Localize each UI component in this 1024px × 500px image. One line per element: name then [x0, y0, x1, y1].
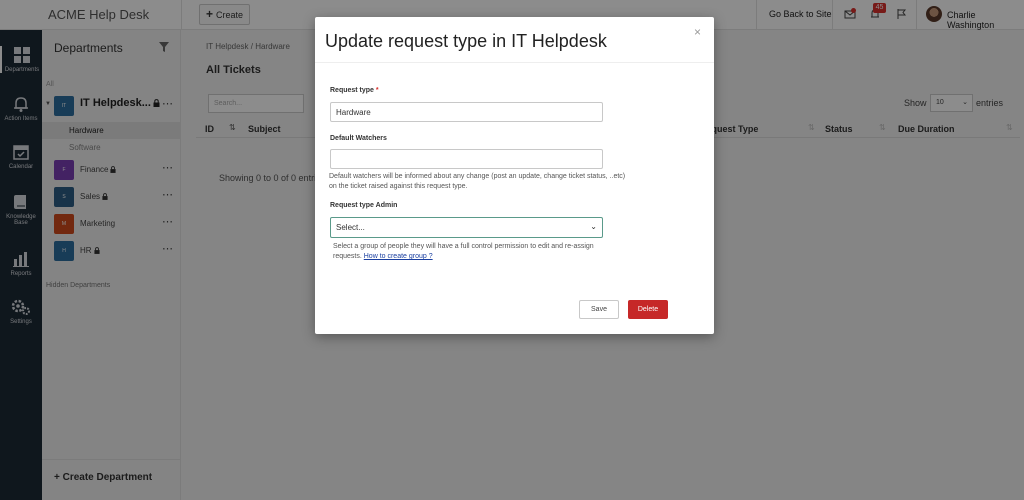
- modal-divider: [315, 62, 714, 63]
- update-request-type-modal: Update request type in IT Helpdesk × Req…: [315, 17, 714, 334]
- request-type-label: Request type *: [330, 87, 379, 94]
- how-to-create-group-link[interactable]: How to create group ?: [364, 253, 433, 260]
- required-marker: *: [375, 87, 379, 94]
- watchers-help-text: Default watchers will be informed about …: [329, 173, 626, 190]
- request-type-admin-label: Request type Admin: [330, 202, 398, 209]
- admin-help-text: Select a group of people they will have …: [333, 243, 594, 260]
- close-icon[interactable]: ×: [694, 25, 701, 39]
- default-watchers-label: Default Watchers: [330, 135, 387, 142]
- request-type-input[interactable]: [330, 102, 603, 122]
- save-button[interactable]: Save: [579, 300, 619, 319]
- modal-title: Update request type in IT Helpdesk: [325, 31, 607, 51]
- request-type-admin-select[interactable]: Select... ⌄: [330, 217, 603, 238]
- delete-button[interactable]: Delete: [628, 300, 668, 319]
- default-watchers-input[interactable]: [330, 149, 603, 169]
- chevron-down-icon: ⌄: [590, 222, 597, 231]
